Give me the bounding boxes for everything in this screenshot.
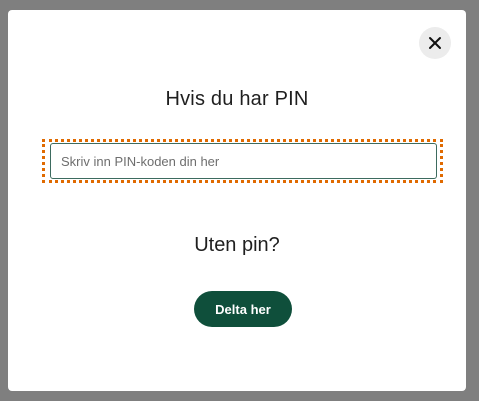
pin-heading: Hvis du har PIN bbox=[165, 88, 309, 110]
pin-input[interactable] bbox=[50, 143, 437, 179]
no-pin-heading: Uten pin? bbox=[194, 234, 280, 256]
close-icon bbox=[428, 36, 442, 50]
join-button[interactable]: Delta her bbox=[194, 291, 292, 327]
pin-dialog: Hvis du har PIN Uten pin? Delta her bbox=[8, 10, 466, 391]
close-button[interactable] bbox=[419, 27, 451, 59]
